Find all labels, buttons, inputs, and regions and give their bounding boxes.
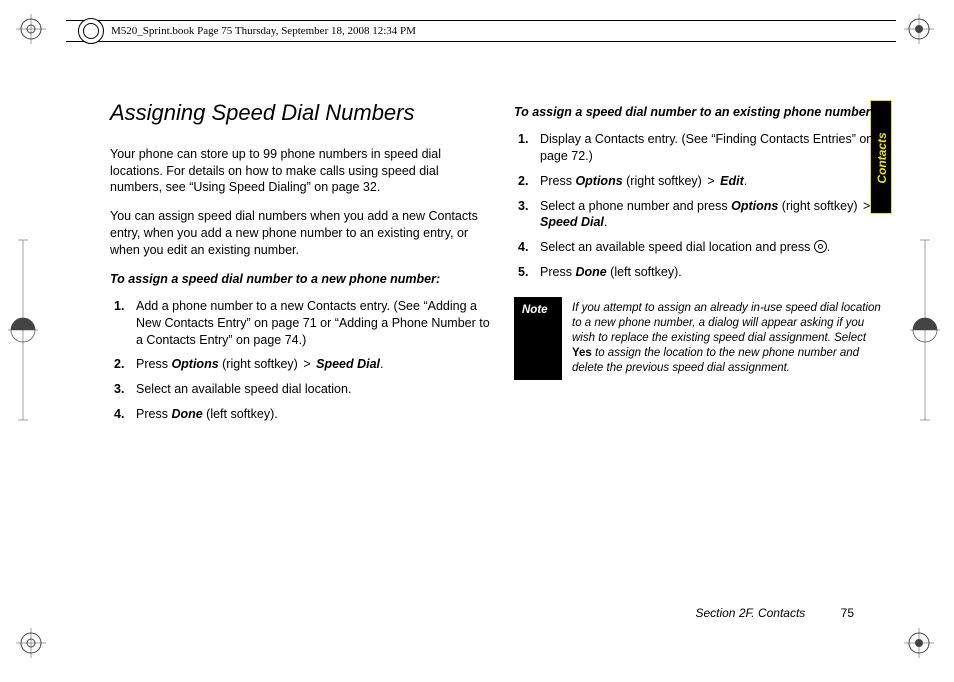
procedure-heading-2: To assign a speed dial number to an exis… [514, 104, 894, 121]
step-item: Press Done (left softkey). [514, 264, 894, 281]
page-content: Assigning Speed Dial Numbers Your phone … [110, 98, 894, 622]
crop-mark-icon [904, 628, 934, 658]
footer-section: Section 2F. Contacts [695, 606, 805, 620]
running-head-text: M520_Sprint.book Page 75 Thursday, Septe… [111, 25, 416, 37]
note-box: Note If you attempt to assign an already… [514, 297, 894, 380]
crop-mark-icon [904, 14, 934, 44]
procedure-steps-2: Display a Contacts entry. (See “Finding … [514, 131, 894, 281]
step-item: Press Options (right softkey) > Edit. [514, 173, 894, 190]
running-head: M520_Sprint.book Page 75 Thursday, Septe… [66, 20, 896, 42]
footer-page-number: 75 [841, 606, 854, 620]
left-column: Assigning Speed Dial Numbers Your phone … [110, 98, 490, 622]
step-item: Add a phone number to a new Contacts ent… [110, 298, 490, 349]
binder-hole-icon [78, 18, 104, 44]
step-item: Select an available speed dial location. [110, 381, 490, 398]
page-footer: Section 2F. Contacts 75 [695, 606, 854, 620]
right-column: To assign a speed dial number to an exis… [514, 98, 894, 622]
crop-mark-icon [16, 14, 46, 44]
step-item: Display a Contacts entry. (See “Finding … [514, 131, 894, 165]
step-item: Select a phone number and press Options … [514, 198, 894, 232]
crop-mark-icon [16, 628, 46, 658]
intro-paragraph: Your phone can store up to 99 phone numb… [110, 146, 490, 197]
procedure-heading: To assign a speed dial number to a new p… [110, 271, 490, 288]
note-text: If you attempt to assign an already in-u… [562, 297, 894, 380]
registration-mark-icon [910, 200, 940, 460]
page-title: Assigning Speed Dial Numbers [110, 98, 490, 128]
procedure-steps: Add a phone number to a new Contacts ent… [110, 298, 490, 423]
step-item: Press Options (right softkey) > Speed Di… [110, 356, 490, 373]
step-item: Press Done (left softkey). [110, 406, 490, 423]
intro-paragraph-2: You can assign speed dial numbers when y… [110, 208, 490, 259]
ok-button-icon [814, 240, 827, 253]
registration-mark-icon [8, 200, 38, 460]
note-label: Note [514, 297, 562, 380]
step-item: Select an available speed dial location … [514, 239, 894, 256]
